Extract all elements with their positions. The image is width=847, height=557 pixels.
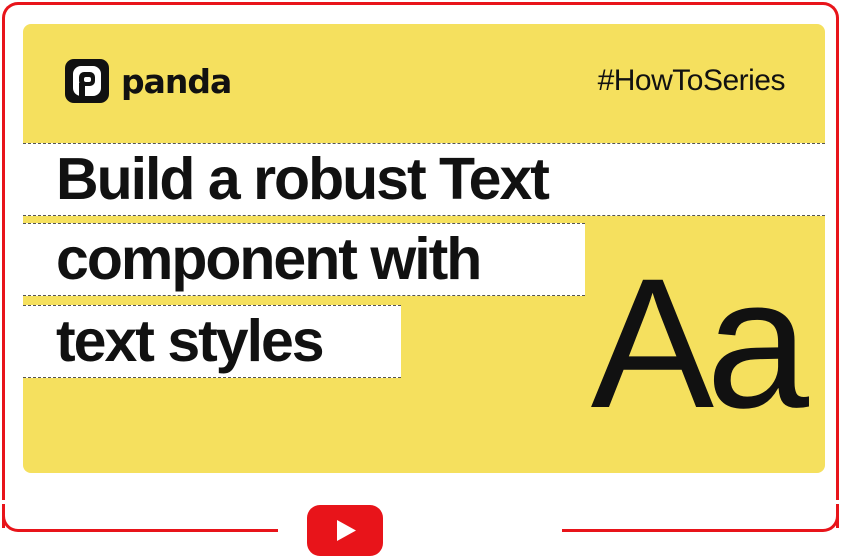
video-frame-border-bottom-left	[2, 504, 278, 532]
series-hashtag: #HowToSeries	[597, 64, 786, 97]
youtube-play-button[interactable]	[307, 505, 383, 556]
panda-logo-icon	[65, 59, 109, 103]
video-thumbnail[interactable]: panda #HowToSeries Build a robust Text c…	[23, 24, 825, 473]
headline-line-1: Build a robust Text	[23, 143, 825, 216]
typography-sample: Aa	[590, 241, 809, 447]
video-frame-border-bottom-right	[562, 504, 839, 532]
brand-name: panda	[121, 61, 232, 101]
headline-line-3: text styles	[23, 305, 401, 378]
brand-logo: panda	[65, 59, 232, 103]
youtube-play-icon	[337, 520, 356, 541]
headline-line-2: component with	[23, 223, 585, 296]
